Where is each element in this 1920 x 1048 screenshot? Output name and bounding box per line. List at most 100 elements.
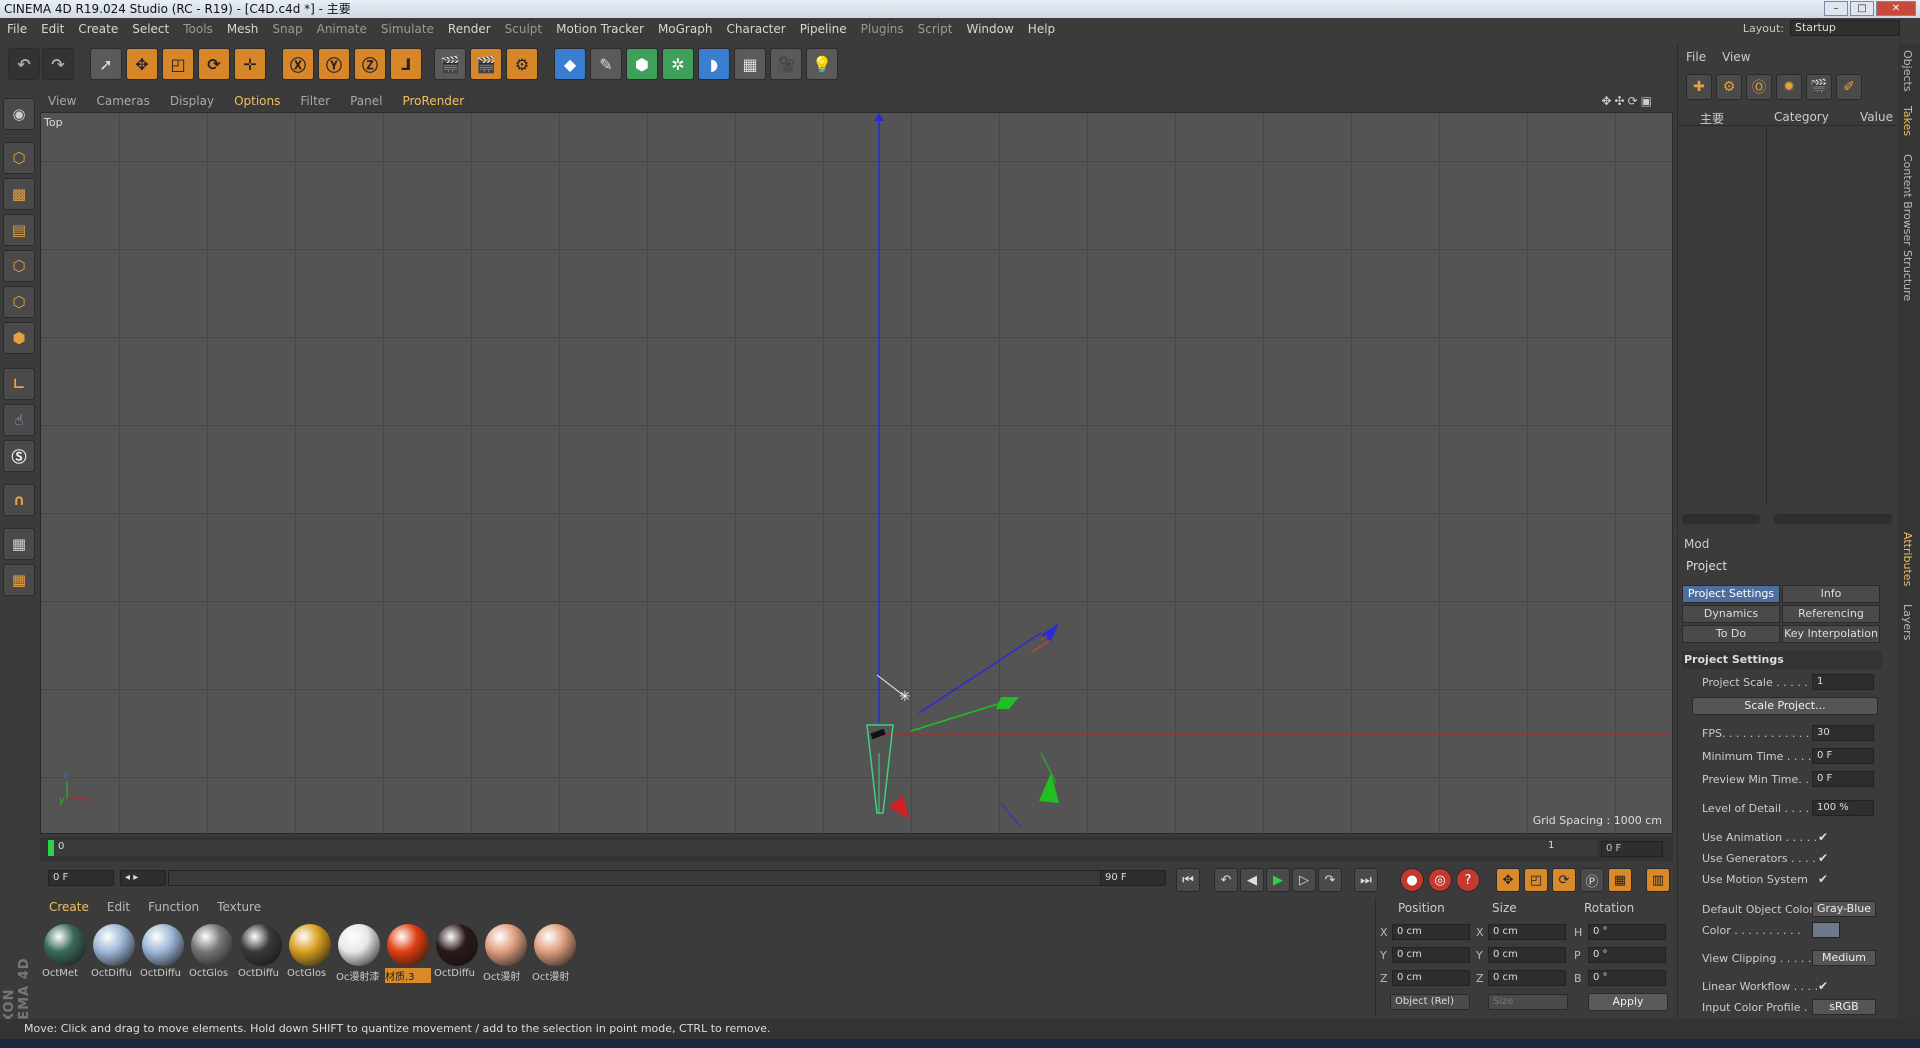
mat-menu-edit[interactable]: Edit [98,900,139,914]
vp-menu-prorender[interactable]: ProRender [392,94,474,108]
vp-menu-panel[interactable]: Panel [340,94,392,108]
size-z-field[interactable]: 0 cm [1488,970,1566,986]
key-parameter-icon[interactable]: Ⓟ [1580,868,1604,892]
material-swatch[interactable]: OctDiffu [434,924,480,984]
record-keys-icon[interactable]: ● [1400,868,1424,892]
scale-tool-icon[interactable]: ◰ [162,48,194,80]
material-swatch[interactable]: OctDiffu [238,924,284,984]
takes-clone-icon[interactable]: ⚙ [1716,74,1742,100]
z-axis-lock-icon[interactable]: Ⓩ [354,48,386,80]
cloner-icon[interactable]: ✲ [662,48,694,80]
minimize-button[interactable]: – [1824,1,1848,16]
menu-simulate[interactable]: Simulate [374,22,441,36]
camera-icon[interactable]: 🎥 [770,48,802,80]
range-slider-handle[interactable]: ◂ ▸ [120,870,166,886]
lock-workplane-icon[interactable]: ▦ [3,528,35,560]
render-view-icon[interactable]: 🎬 [434,48,466,80]
material-swatch[interactable]: OctMet [42,924,88,984]
mat-menu-create[interactable]: Create [40,900,98,914]
lod-field[interactable]: 100 % [1812,800,1874,816]
pos-y-field[interactable]: 0 cm [1392,947,1470,963]
menu-plugins[interactable]: Plugins [854,22,911,36]
view-clipping-dropdown[interactable]: Medium [1812,950,1876,966]
menu-script[interactable]: Script [911,22,960,36]
edges-mode-icon[interactable]: ⬡ [3,286,35,318]
attr-mode-menu[interactable]: Mod [1684,537,1709,551]
side-tab-content-browser[interactable]: Content Browser [1901,154,1914,246]
coordinate-system-icon[interactable]: ⅃ [390,48,422,80]
takes-auto-icon[interactable]: ✹ [1776,74,1802,100]
mat-menu-texture[interactable]: Texture [208,900,270,914]
axis-mode-icon[interactable]: ∟ [3,368,35,400]
material-swatch[interactable]: OctDiffu [140,924,186,984]
menu-create[interactable]: Create [71,22,125,36]
prev-frame-icon[interactable]: ◀ [1240,868,1264,892]
viewport-nav-icons[interactable]: ✥✣⟳▣ [1591,94,1665,108]
obj-menu-file[interactable]: File [1678,50,1714,64]
linear-workflow-checkbox[interactable]: ✔ [1818,979,1828,993]
keyframe-selection-icon[interactable]: ? [1456,868,1480,892]
vp-menu-filter[interactable]: Filter [290,94,340,108]
menu-edit[interactable]: Edit [34,22,71,36]
color-swatch[interactable] [1812,922,1840,938]
side-tab-attributes[interactable]: Attributes [1901,532,1914,586]
key-position-icon[interactable]: ✥ [1496,868,1520,892]
menu-character[interactable]: Character [719,22,792,36]
input-profile-dropdown[interactable]: sRGB [1812,999,1876,1015]
key-scale-icon[interactable]: ◰ [1524,868,1548,892]
y-axis-lock-icon[interactable]: Ⓨ [318,48,350,80]
vp-menu-cameras[interactable]: Cameras [86,94,159,108]
points-mode-icon[interactable]: ⬡ [3,250,35,282]
render-picture-viewer-icon[interactable]: 🎬 [470,48,502,80]
polygons-mode-icon[interactable]: ⬢ [3,322,35,354]
light-icon[interactable]: 💡 [806,48,838,80]
side-tab-layers[interactable]: Layers [1901,604,1914,640]
material-swatch[interactable]: OctDiffu [91,924,137,984]
scale-project-button[interactable]: Scale Project... [1692,697,1878,715]
menu-tools[interactable]: Tools [176,22,220,36]
layout-dropdown[interactable]: Startup [1790,20,1900,36]
key-rotation-icon[interactable]: ⟳ [1552,868,1576,892]
prev-key-icon[interactable]: ↶ [1214,868,1238,892]
maximize-button[interactable]: □ [1850,1,1874,16]
coord-mode-dropdown[interactable]: Object (Rel) [1390,994,1470,1010]
timeline[interactable]: 0 1 0 F [40,837,1673,861]
vp-menu-display[interactable]: Display [160,94,224,108]
material-swatch[interactable]: Oct漫射 [532,924,578,984]
solo-mode-icon[interactable]: Ⓢ [3,440,35,472]
next-frame-icon[interactable]: ▷ [1292,868,1316,892]
horizontal-scrollbar-right[interactable] [1774,514,1892,524]
menu-render[interactable]: Render [441,22,498,36]
tab-dynamics[interactable]: Dynamics [1682,605,1780,623]
pos-z-field[interactable]: 0 cm [1392,970,1470,986]
menu-file[interactable]: File [0,22,34,36]
rotate-tool-icon[interactable]: ⟳ [198,48,230,80]
key-pla-icon[interactable]: ▦ [1608,868,1632,892]
redo-icon[interactable]: ↷ [42,48,74,80]
vp-menu-view[interactable]: View [38,94,86,108]
workplane-icon[interactable]: ▤ [3,214,35,246]
rot-b-field[interactable]: 0 ° [1588,970,1666,986]
pos-x-field[interactable]: 0 cm [1392,924,1470,940]
range-slider[interactable] [168,870,1134,886]
menu-window[interactable]: Window [959,22,1020,36]
tweak-mode-icon[interactable]: ☝ [3,404,35,436]
obj-menu-view[interactable]: View [1714,50,1758,64]
tab-info[interactable]: Info [1782,585,1880,603]
takes-render-icon[interactable]: 🎬 [1806,74,1832,100]
material-swatch[interactable]: 材质.3 [385,924,431,984]
tab-referencing[interactable]: Referencing [1782,605,1880,623]
material-swatch[interactable]: OctGlos [189,924,235,984]
min-time-field[interactable]: 0 F [1812,748,1874,764]
size-x-field[interactable]: 0 cm [1488,924,1566,940]
close-button[interactable]: ✕ [1876,1,1916,16]
timeline-window-icon[interactable]: ▥ [1646,868,1670,892]
use-motion-checkbox[interactable]: ✔ [1818,872,1828,886]
fps-field[interactable]: 30 [1812,725,1874,741]
cube-primitive-icon[interactable]: ◆ [554,48,586,80]
side-tab-objects[interactable]: Objects [1901,50,1914,92]
timeline-playhead[interactable] [48,840,54,856]
material-swatch[interactable]: Oc漫射漆 [336,924,382,984]
timeline-ruler[interactable] [48,840,1598,856]
menu-animate[interactable]: Animate [310,22,374,36]
